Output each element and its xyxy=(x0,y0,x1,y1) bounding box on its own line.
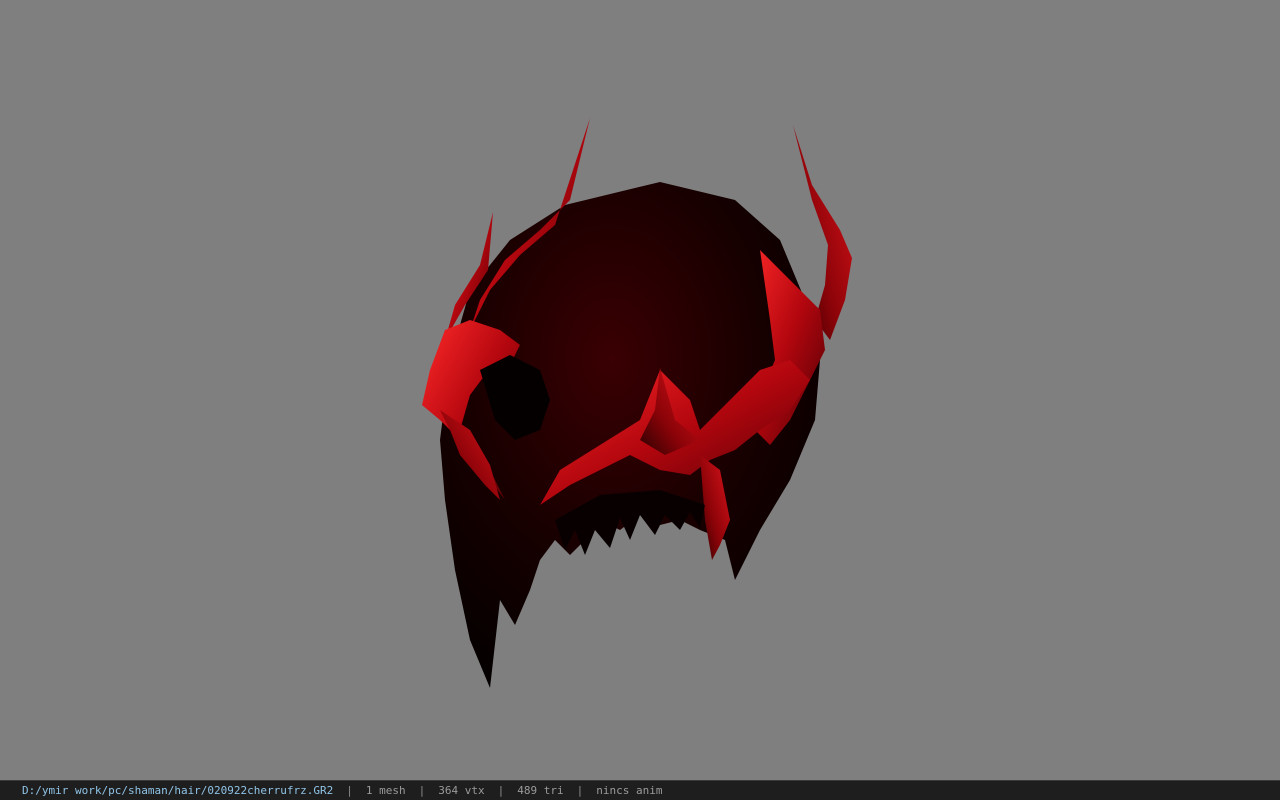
helmet-model[interactable] xyxy=(0,0,1280,780)
status-separator: | xyxy=(346,784,353,797)
triangle-count-label: 489 tri xyxy=(517,784,564,797)
status-separator: | xyxy=(576,784,584,797)
animation-status-label: nincs anim xyxy=(596,784,663,797)
file-path-label: D:/ymir work/pc/shaman/hair/020922cherru… xyxy=(22,784,334,797)
mesh-count-label: 1 mesh xyxy=(365,784,406,797)
vertex-count-label: 364 vtx xyxy=(438,784,485,797)
status-separator: | xyxy=(497,784,505,797)
status-separator: | xyxy=(418,784,426,797)
3d-viewport[interactable] xyxy=(0,0,1280,780)
status-bar: D:/ymir work/pc/shaman/hair/020922cherru… xyxy=(0,780,1280,800)
